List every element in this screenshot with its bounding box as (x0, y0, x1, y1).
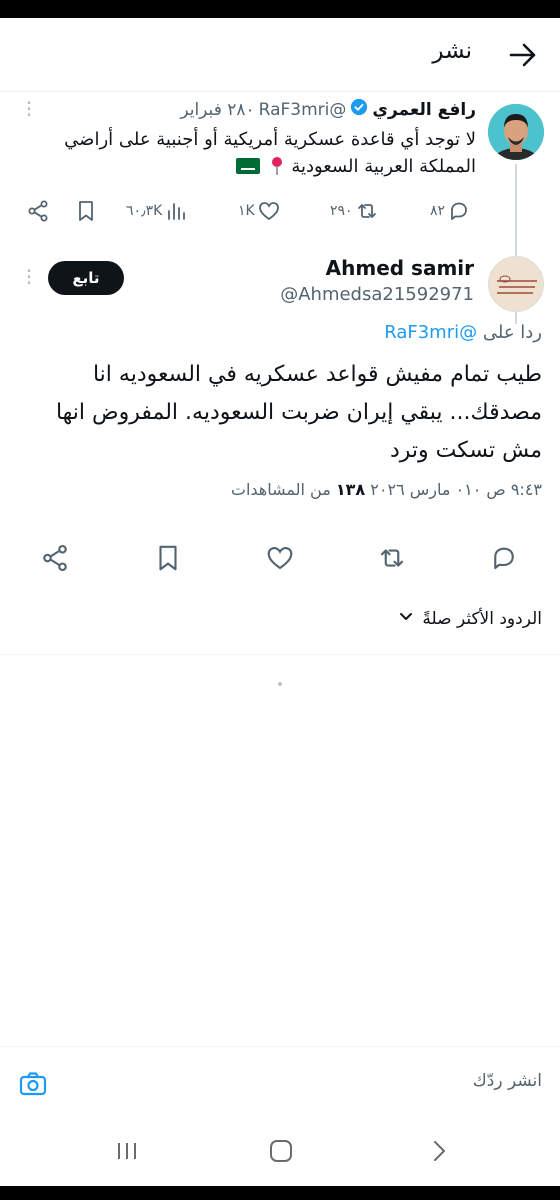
heart-icon (258, 202, 279, 221)
reply-button[interactable]: ٨٢ (430, 199, 471, 223)
views-icon (168, 203, 186, 220)
parent-action-bar: ٦٠٫٣K ١K ٢٩٠ ٨٢ (26, 196, 476, 226)
author-handle[interactable]: @Ahmedsa21592971 (280, 284, 474, 305)
verified-badge-icon (350, 98, 368, 121)
follow-button[interactable]: تابع (48, 261, 124, 295)
reply-composer: انشر ردّك (0, 1046, 560, 1118)
header: نشر (0, 18, 560, 92)
divider (0, 654, 560, 655)
bottom-edge (0, 1186, 560, 1200)
camera-icon[interactable] (18, 1069, 48, 1099)
home-icon[interactable] (266, 1136, 296, 1166)
sort-label: الردود الأكثر صلةً (422, 608, 542, 629)
back-arrow-icon[interactable] (508, 40, 538, 70)
parent-text-line1: لا توجد أي قاعدة عسكرية أمريكية أو أجنبي… (64, 129, 476, 150)
replying-to-prefix: ردا على (482, 322, 542, 343)
loading-indicator (278, 682, 282, 686)
author-name[interactable]: Ahmed samir (326, 256, 474, 280)
views-count: ١٣٨ (335, 480, 366, 499)
avatar[interactable] (488, 104, 544, 160)
views-count: ٦٠٫٣K (126, 203, 163, 219)
heart-icon[interactable] (265, 543, 295, 573)
pin-emoji-icon (270, 156, 284, 176)
tweet-timestamp[interactable]: ٩:٤٣ ص ٠١٠ مارس ٢٠٢٦ (370, 480, 542, 499)
repost-icon (357, 204, 376, 218)
repost-icon[interactable] (377, 543, 407, 573)
like-button[interactable]: ١K (238, 199, 281, 223)
avatar[interactable] (488, 256, 544, 312)
saudi-flag-icon (235, 158, 260, 174)
system-nav-bar (0, 1118, 560, 1186)
replies-sort-dropdown[interactable]: الردود الأكثر صلةً (398, 608, 542, 629)
author-name[interactable]: رافع العمري (372, 100, 476, 120)
replies-count: ٨٢ (430, 203, 446, 219)
views-label: من المشاهدات (230, 480, 331, 499)
more-options-icon[interactable]: · · · (24, 93, 34, 125)
views-button[interactable]: ٦٠٫٣K (126, 199, 188, 223)
page-title: نشر (432, 38, 472, 64)
likes-count: ١K (238, 203, 255, 219)
reposts-count: ٢٩٠ (330, 203, 353, 219)
reply-input[interactable]: انشر ردّك (473, 1071, 542, 1091)
parent-tweet-header: رافع العمري @RaF3mri ٢٨٠ فبراير (180, 98, 476, 121)
main-action-bar (0, 538, 560, 578)
replying-to-mention[interactable]: @RaF3mri (384, 322, 477, 343)
status-bar (0, 0, 560, 18)
author-handle[interactable]: @RaF3mri (259, 100, 347, 120)
chevron-down-icon (398, 608, 414, 629)
more-options-icon[interactable]: · · · (24, 261, 34, 293)
parent-text-line2: المملكة العربية السعودية (291, 156, 476, 177)
parent-tweet[interactable]: رافع العمري @RaF3mri ٢٨٠ فبراير · · · لا ت… (0, 92, 560, 324)
bookmark-icon[interactable] (153, 543, 183, 573)
recent-apps-icon[interactable] (112, 1136, 142, 1166)
tweet-text: طيب تمام مفيش قواعد عسكريه في السعوديه ا… (55, 362, 542, 463)
reply-icon[interactable] (489, 543, 519, 573)
back-icon[interactable] (424, 1136, 454, 1166)
parent-tweet-text: لا توجد أي قاعدة عسكرية أمريكية أو أجنبي… (26, 126, 476, 180)
share-icon[interactable] (26, 199, 50, 223)
repost-button[interactable]: ٢٩٠ (330, 199, 379, 223)
tweet-date: ٢٨٠ فبراير (180, 99, 255, 120)
reply-icon (451, 202, 467, 220)
share-icon[interactable] (40, 543, 70, 573)
bookmark-icon[interactable] (74, 199, 98, 223)
replying-to: ردا على @RaF3mri (384, 322, 542, 343)
tweet-meta: ٩:٤٣ ص ٠١٠ مارس ٢٠٢٦ ١٣٨ من المشاهدات (231, 480, 542, 499)
